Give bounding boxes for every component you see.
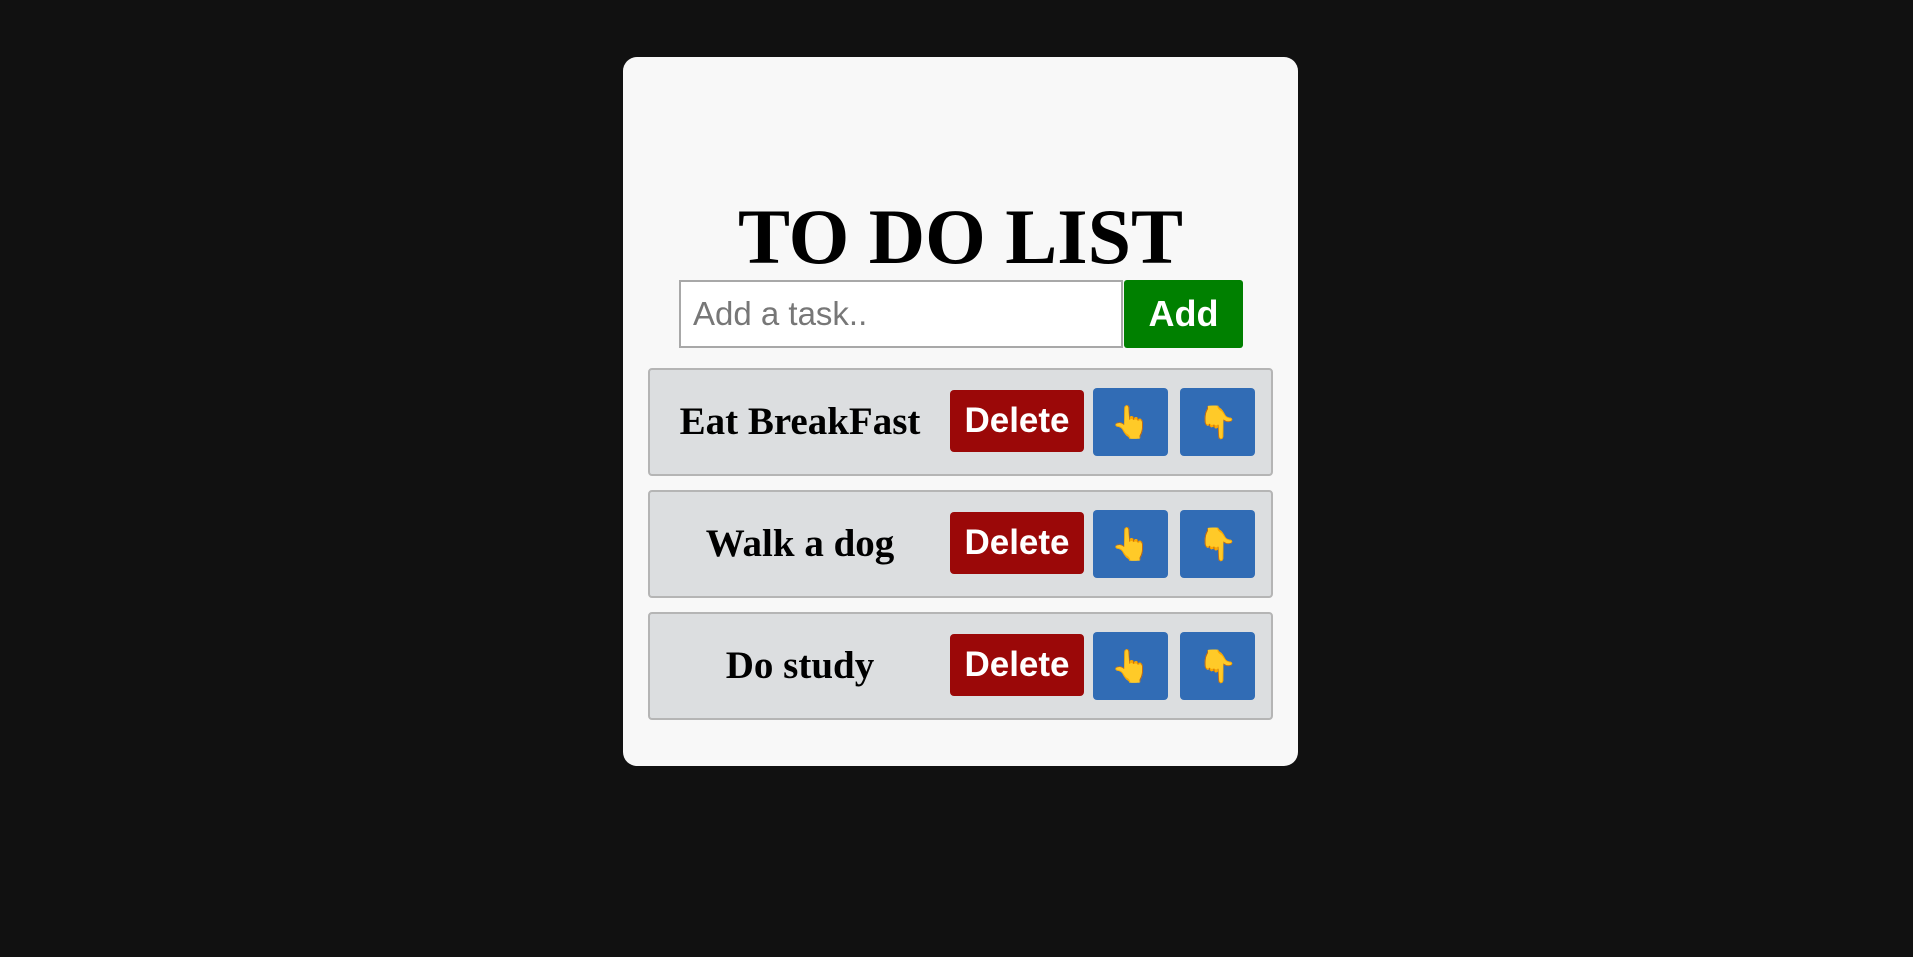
delete-button[interactable]: Delete	[950, 512, 1084, 574]
move-up-button[interactable]: 👆	[1093, 632, 1168, 700]
page-title: TO DO LIST	[737, 193, 1184, 280]
task-text: Do study	[725, 644, 875, 687]
task-item: Eat BreakFast Delete 👆 👇	[648, 368, 1273, 476]
pointing-down-icon: 👇	[1197, 526, 1238, 562]
move-down-button[interactable]: 👇	[1180, 388, 1255, 456]
pointing-down-icon: 👇	[1197, 648, 1238, 684]
task-input[interactable]	[679, 280, 1123, 348]
task-text: Eat BreakFast	[679, 400, 921, 443]
task-item: Walk a dog Delete 👆 👇	[648, 490, 1273, 598]
pointing-up-icon: 👆	[1110, 526, 1151, 562]
task-item: Do study Delete 👆 👇	[648, 612, 1273, 720]
delete-button[interactable]: Delete	[950, 634, 1084, 696]
move-down-button[interactable]: 👇	[1180, 510, 1255, 578]
pointing-down-icon: 👇	[1197, 404, 1238, 440]
pointing-up-icon: 👆	[1110, 648, 1151, 684]
task-list: Eat BreakFast Delete 👆 👇 Walk a dog Dele…	[648, 368, 1273, 734]
move-up-button[interactable]: 👆	[1093, 510, 1168, 578]
add-task-form: Add	[679, 280, 1243, 348]
task-text: Walk a dog	[705, 522, 895, 565]
move-up-button[interactable]: 👆	[1093, 388, 1168, 456]
move-down-button[interactable]: 👇	[1180, 632, 1255, 700]
pointing-up-icon: 👆	[1110, 404, 1151, 440]
todo-card: TO DO LIST Add Eat BreakFast Delete 👆 👇 …	[623, 57, 1298, 766]
delete-button[interactable]: Delete	[950, 390, 1084, 452]
add-button[interactable]: Add	[1124, 280, 1243, 348]
